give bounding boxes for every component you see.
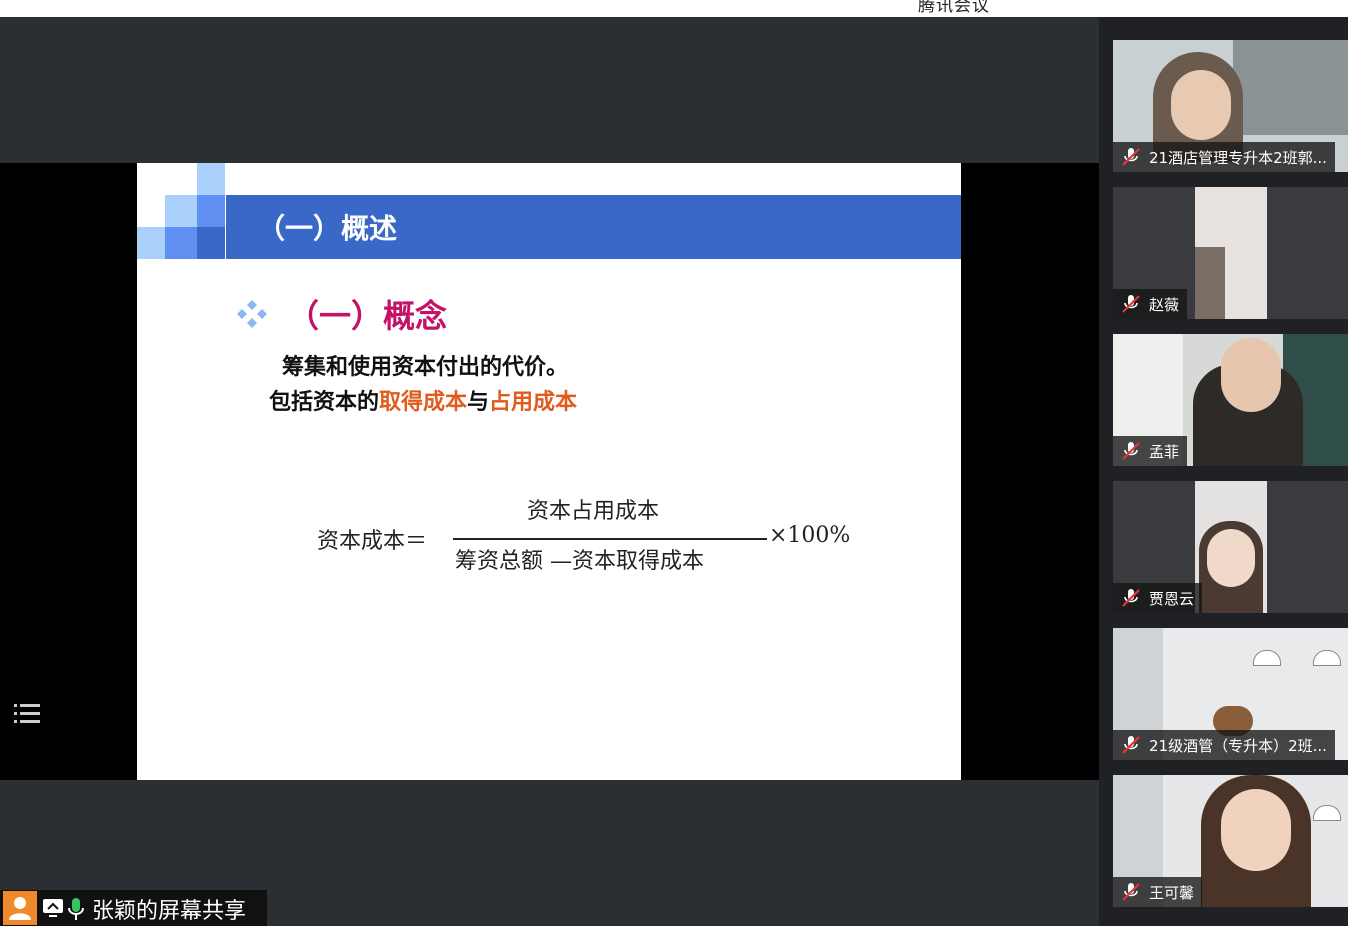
slide-text-line: 包括资本的取得成本与占用成本 — [269, 384, 577, 416]
participant-name: 21级酒管（专升本）2班... — [1149, 736, 1327, 755]
shared-content-stage: （一）概述 （一）概念 筹集和使用资本付出的代价。 包括资本的取得成本与占用成本… — [0, 163, 1099, 780]
title-bar: 腾讯会议 — [0, 0, 1348, 17]
video-feed-person — [1195, 247, 1225, 319]
participant-tile[interactable]: 21级酒管（专升本）2班... — [1113, 628, 1348, 760]
mic-muted-icon — [1122, 736, 1140, 754]
slide-decor-square — [197, 227, 225, 259]
video-feed-face — [1171, 70, 1231, 140]
ceiling-lamp — [1313, 650, 1341, 666]
ceiling-lamp — [1253, 650, 1281, 666]
participant-name-bar: 21酒店管理专升本2班郭... — [1113, 142, 1335, 172]
participant-name: 21酒店管理专升本2班郭... — [1149, 148, 1327, 167]
slide-text-segment: 与 — [467, 390, 490, 415]
video-feed-face — [1207, 529, 1255, 587]
screen-share-icon — [43, 899, 63, 917]
mic-muted-icon — [1122, 589, 1140, 607]
slide-decor-square — [137, 227, 165, 259]
formula-multiplier: ×100% — [769, 523, 851, 548]
slide-title: （一）概述 — [257, 212, 398, 245]
participant-name-bar: 孟菲 — [1113, 436, 1188, 466]
participant-name: 孟菲 — [1149, 442, 1180, 461]
slide-menu-icon[interactable] — [14, 700, 40, 728]
highlight-text: 取得成本 — [379, 390, 468, 415]
participant-name: 贾恩云 — [1149, 589, 1195, 608]
slide-subheading: （一）概念 — [287, 297, 448, 335]
user-avatar-icon — [3, 891, 37, 925]
slide-decor-square — [165, 227, 197, 259]
presentation-slide: （一）概述 （一）概念 筹集和使用资本付出的代价。 包括资本的取得成本与占用成本… — [137, 163, 961, 780]
highlight-text: 占用成本 — [489, 390, 578, 415]
mic-muted-icon — [1122, 295, 1140, 313]
fraction-bar — [453, 538, 767, 540]
mic-muted-icon — [1122, 442, 1140, 460]
formula-lhs: 资本成本＝ — [317, 529, 428, 554]
participant-name-bar: 21级酒管（专升本）2班... — [1113, 730, 1335, 760]
participant-tile[interactable]: 贾恩云 — [1113, 481, 1348, 613]
ceiling-lamp — [1313, 805, 1341, 821]
participant-name-bar: 赵薇 — [1113, 289, 1188, 319]
slide-text-segment: 包括资本的 — [269, 390, 380, 415]
video-feed-background — [1233, 40, 1348, 135]
app-title: 腾讯会议 — [918, 0, 990, 16]
participant-name: 赵薇 — [1149, 295, 1180, 314]
video-feed-face — [1221, 338, 1281, 412]
share-label: 张颖的屏幕共享 — [92, 899, 247, 924]
slide-decor-square — [197, 163, 225, 195]
participant-tile[interactable]: 21酒店管理专升本2班郭... — [1113, 40, 1348, 172]
slide-text-line: 筹集和使用资本付出的代价。 — [282, 355, 569, 380]
participant-name-bar: 贾恩云 — [1113, 583, 1203, 613]
video-feed-face — [1221, 789, 1291, 871]
formula-denominator: 筹资总额 —资本取得成本 — [455, 549, 704, 574]
participant-tile[interactable]: 孟菲 — [1113, 334, 1348, 466]
formula-numerator: 资本占用成本 — [527, 499, 660, 524]
diamond-bullet-icon — [237, 300, 267, 328]
participant-name: 王可馨 — [1149, 883, 1195, 902]
participant-tile[interactable]: 王可馨 — [1113, 775, 1348, 907]
microphone-icon — [68, 898, 84, 920]
mic-muted-icon — [1122, 883, 1140, 901]
mic-muted-icon — [1122, 148, 1140, 166]
participant-name-bar: 王可馨 — [1113, 877, 1203, 907]
participant-tile[interactable]: 赵薇 — [1113, 187, 1348, 319]
slide-decor-square — [197, 195, 225, 227]
slide-decor-square — [165, 195, 197, 227]
